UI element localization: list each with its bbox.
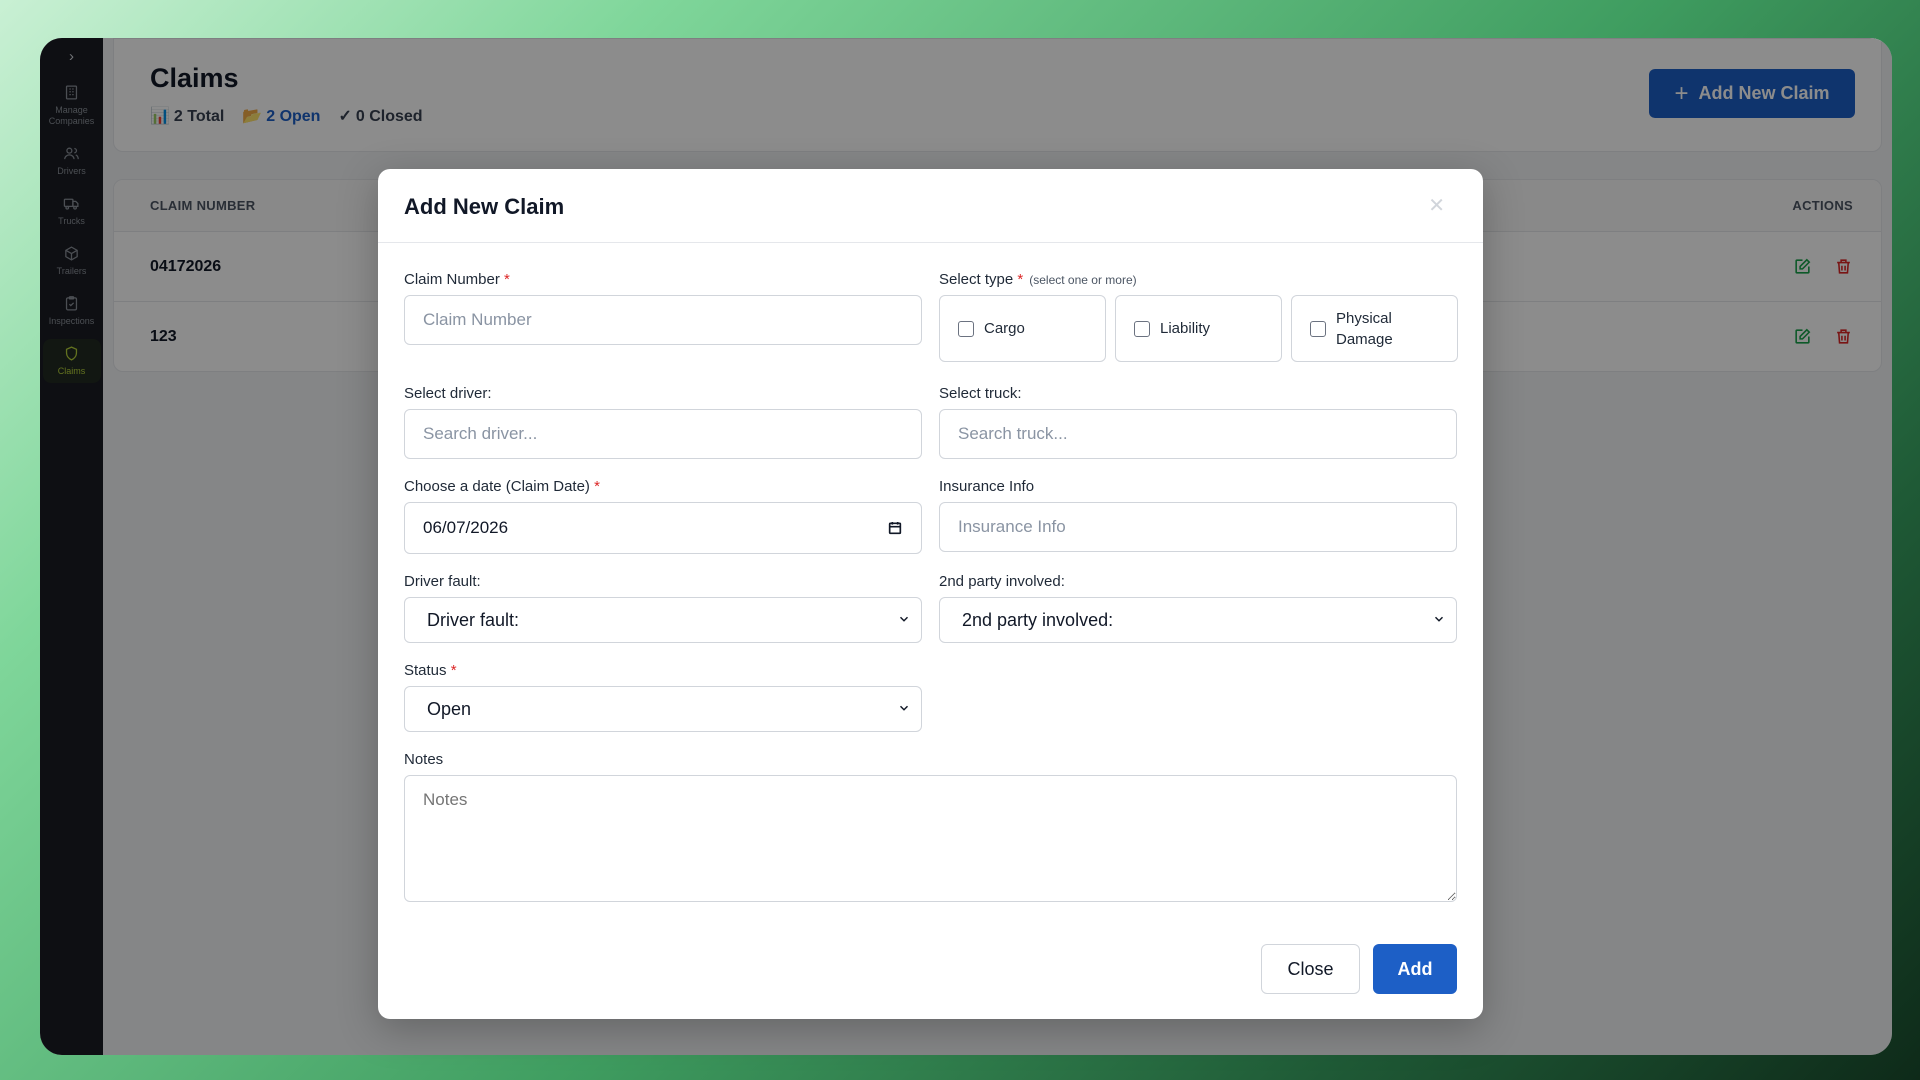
claim-date-value: 06/07/2026 [423,518,509,537]
insurance-info-input[interactable] [939,502,1457,552]
chevron-down-icon [1432,610,1446,631]
driver-fault-label: Driver fault: [404,573,481,590]
status-selected: Open [427,698,472,719]
claim-date-label: Choose a date (Claim Date) * [404,478,922,495]
type-option-physical-damage[interactable]: Physical Damage [1291,295,1458,362]
second-party-select[interactable]: 2nd party involved: [939,597,1457,643]
second-party-selected: 2nd party involved: [962,609,1114,630]
driver-search-input[interactable] [404,409,922,459]
modal-title: Add New Claim [404,194,565,219]
claim-number-input[interactable] [404,295,922,345]
modal-header: Add New Claim ✕ [378,169,1483,243]
insurance-info-field: Insurance Info [939,478,1457,552]
select-truck-label: Select truck: [939,385,1022,402]
chevron-down-icon [897,610,911,631]
driver-fault-selected: Driver fault: [427,609,520,630]
type-option-label: Physical Damage [1336,309,1393,348]
claim-number-label-text: Claim Number [404,271,500,288]
select-type-hint: (select one or more) [1029,273,1137,287]
claim-number-label: Claim Number * [404,271,922,288]
close-icon[interactable]: ✕ [1428,193,1445,218]
cargo-checkbox[interactable] [958,320,974,337]
driver-fault-select[interactable]: Driver fault: [404,597,922,643]
type-options: Cargo Liability Physical Damage [939,295,1458,362]
liability-checkbox[interactable] [1134,320,1150,337]
select-type-label-text: Select type [939,271,1014,288]
add-button[interactable]: Add [1373,944,1457,994]
required-mark: * [1017,271,1024,288]
status-label: Status * [404,662,922,679]
type-option-cargo[interactable]: Cargo [939,295,1106,362]
insurance-info-label: Insurance Info [939,478,1035,495]
status-field: Status * Open [404,662,922,732]
type-option-liability[interactable]: Liability [1115,295,1282,362]
required-mark: * [504,271,510,288]
type-option-label: Liability [1160,320,1211,337]
calendar-icon[interactable] [887,520,903,536]
notes-textarea[interactable] [404,775,1457,902]
physical-damage-checkbox[interactable] [1310,320,1326,337]
status-select[interactable]: Open [404,686,922,732]
select-type-label: Select type * (select one or more) [939,271,1458,288]
notes-field: Notes [404,751,1457,907]
notes-label: Notes [404,751,444,768]
truck-search-input[interactable] [939,409,1457,459]
select-driver-field: Select driver: [404,385,922,459]
status-label-text: Status [404,662,447,679]
claim-date-label-text: Choose a date (Claim Date) [404,478,590,495]
select-type-field: Select type * (select one or more) Cargo … [939,271,1458,362]
second-party-label: 2nd party involved: [939,573,1065,590]
required-mark: * [450,662,457,679]
type-option-label: Cargo [984,320,1025,337]
claim-number-field: Claim Number * [404,271,922,345]
second-party-field: 2nd party involved: 2nd party involved: [939,573,1457,643]
claim-date-input[interactable]: 06/07/2026 [404,502,922,554]
select-driver-label: Select driver: [404,385,492,402]
add-claim-modal: Add New Claim ✕ Claim Number * Select ty… [378,169,1483,1019]
close-button[interactable]: Close [1261,944,1360,994]
claim-date-field: Choose a date (Claim Date) * 06/07/2026 [404,478,922,554]
driver-fault-field: Driver fault: Driver fault: [404,573,922,643]
required-mark: * [594,478,600,495]
select-truck-field: Select truck: [939,385,1457,459]
chevron-down-icon [897,699,911,720]
